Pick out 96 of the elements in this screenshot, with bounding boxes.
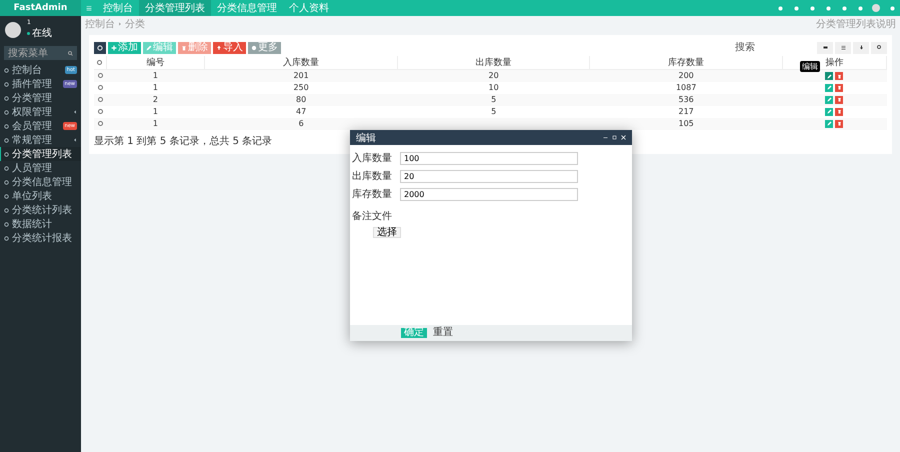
pagination-info: 显示第 1 到第 5 条记录，总共 5 条记录 (94, 134, 272, 148)
circle-icon (4, 68, 9, 72)
menu-item[interactable]: 数据统计 (0, 217, 81, 231)
page-hint: 分类管理列表说明 (816, 18, 896, 30)
circle-icon (4, 82, 9, 86)
table-cell: 1 (152, 107, 158, 116)
table-cell: 80 (296, 95, 306, 104)
table-cell: 47 (296, 107, 306, 116)
table-cell: 1087 (676, 83, 696, 92)
delete-button[interactable] (835, 120, 844, 128)
search-icon (68, 50, 73, 56)
table-cell: 250 (293, 83, 309, 92)
input-field[interactable]: 2000 (400, 188, 578, 200)
circle-icon (4, 208, 9, 212)
input-field[interactable]: 100 (400, 152, 578, 164)
menu-item[interactable]: 分类管理 (0, 91, 81, 105)
table-cell: 5 (491, 95, 496, 104)
dialog-title: 编辑 (356, 132, 376, 144)
table-cell: 536 (678, 95, 694, 104)
choose-file-button[interactable]: 选择 (373, 227, 401, 238)
edit-button[interactable] (825, 120, 834, 128)
delete-button[interactable] (835, 72, 844, 80)
columns-button[interactable] (835, 42, 851, 54)
field-label: 入库数量 (351, 152, 392, 165)
circle-icon (4, 152, 9, 156)
pencil-icon (146, 44, 152, 50)
pencil-icon (826, 121, 832, 126)
circle-icon (4, 166, 9, 170)
toolbar-button[interactable]: 导入 (213, 42, 246, 54)
table-cell: 217 (678, 107, 694, 116)
circle-icon (4, 180, 9, 184)
menu-item[interactable]: 分类统计列表 (0, 203, 81, 217)
table-cell: 1 (152, 119, 158, 128)
menu-item[interactable]: 权限管理 (0, 105, 81, 119)
menu-item[interactable]: 常规管理 (0, 133, 81, 147)
table-cell: 6 (298, 119, 304, 128)
edit-button[interactable] (825, 108, 834, 116)
row-checkbox[interactable] (98, 97, 102, 102)
delete-button[interactable] (835, 96, 844, 104)
refresh-button[interactable] (94, 42, 106, 54)
row-checkbox[interactable] (98, 121, 102, 126)
delete-button[interactable] (835, 84, 844, 92)
avatar-icon (872, 4, 880, 12)
pencil-icon (826, 97, 832, 102)
upload-icon (216, 44, 222, 50)
user-status: 在线 (27, 26, 52, 40)
toggle-button[interactable] (817, 42, 833, 54)
search-button[interactable] (871, 42, 887, 54)
row-checkbox[interactable] (98, 73, 102, 78)
pencil-icon (826, 85, 832, 90)
plus-icon (111, 44, 117, 50)
menu-item[interactable]: 人员管理 (0, 161, 81, 175)
row-checkbox[interactable] (98, 109, 102, 114)
field-label: 备注文件 (351, 210, 392, 223)
list-icon (840, 45, 846, 50)
input-field[interactable]: 20 (400, 170, 578, 182)
table-cell: 5 (491, 107, 496, 116)
select-all-checkbox[interactable] (97, 60, 102, 64)
edit-button[interactable] (825, 72, 834, 80)
delete-button[interactable] (835, 108, 844, 116)
table-cell: 20 (488, 71, 499, 80)
pencil-icon (826, 74, 832, 79)
menu-search-field[interactable]: 搜索菜单 (4, 46, 77, 60)
menu-icon (86, 5, 92, 11)
edit-button[interactable] (825, 96, 834, 104)
circle-icon (4, 110, 9, 114)
table-cell: 201 (293, 71, 309, 80)
table-cell: 2 (152, 95, 158, 104)
menu-item[interactable]: 分类统计报表 (0, 231, 81, 245)
table-cell: 200 (678, 71, 694, 80)
avatar (5, 22, 21, 38)
table-cell: 1 (152, 83, 158, 92)
download-icon (858, 45, 864, 50)
field-label: 库存数量 (351, 188, 392, 201)
tooltip: 编辑 (800, 61, 820, 72)
menu-item[interactable]: 分类信息管理 (0, 175, 81, 189)
circle-icon (4, 236, 9, 240)
circle-icon (4, 96, 9, 100)
circle-icon (4, 222, 9, 226)
circle-icon (4, 124, 9, 128)
table-cell: 10 (488, 83, 499, 92)
reset-button[interactable]: 重置 (430, 328, 456, 338)
row-checkbox[interactable] (98, 85, 102, 90)
menu-item[interactable]: 分类管理列表 (0, 147, 81, 161)
menu-item[interactable]: 单位列表 (0, 189, 81, 203)
circle-icon (4, 194, 9, 198)
circle-icon (4, 138, 9, 142)
export-button[interactable] (853, 42, 869, 54)
table-cell: 105 (678, 119, 694, 128)
minimize-icon (603, 135, 608, 140)
edit-button[interactable] (825, 84, 834, 92)
search-icon (876, 45, 882, 50)
maximize-icon (612, 135, 617, 140)
field-label: 出库数量 (351, 170, 392, 183)
pencil-icon (826, 109, 832, 114)
table-cell: 1 (152, 71, 158, 80)
